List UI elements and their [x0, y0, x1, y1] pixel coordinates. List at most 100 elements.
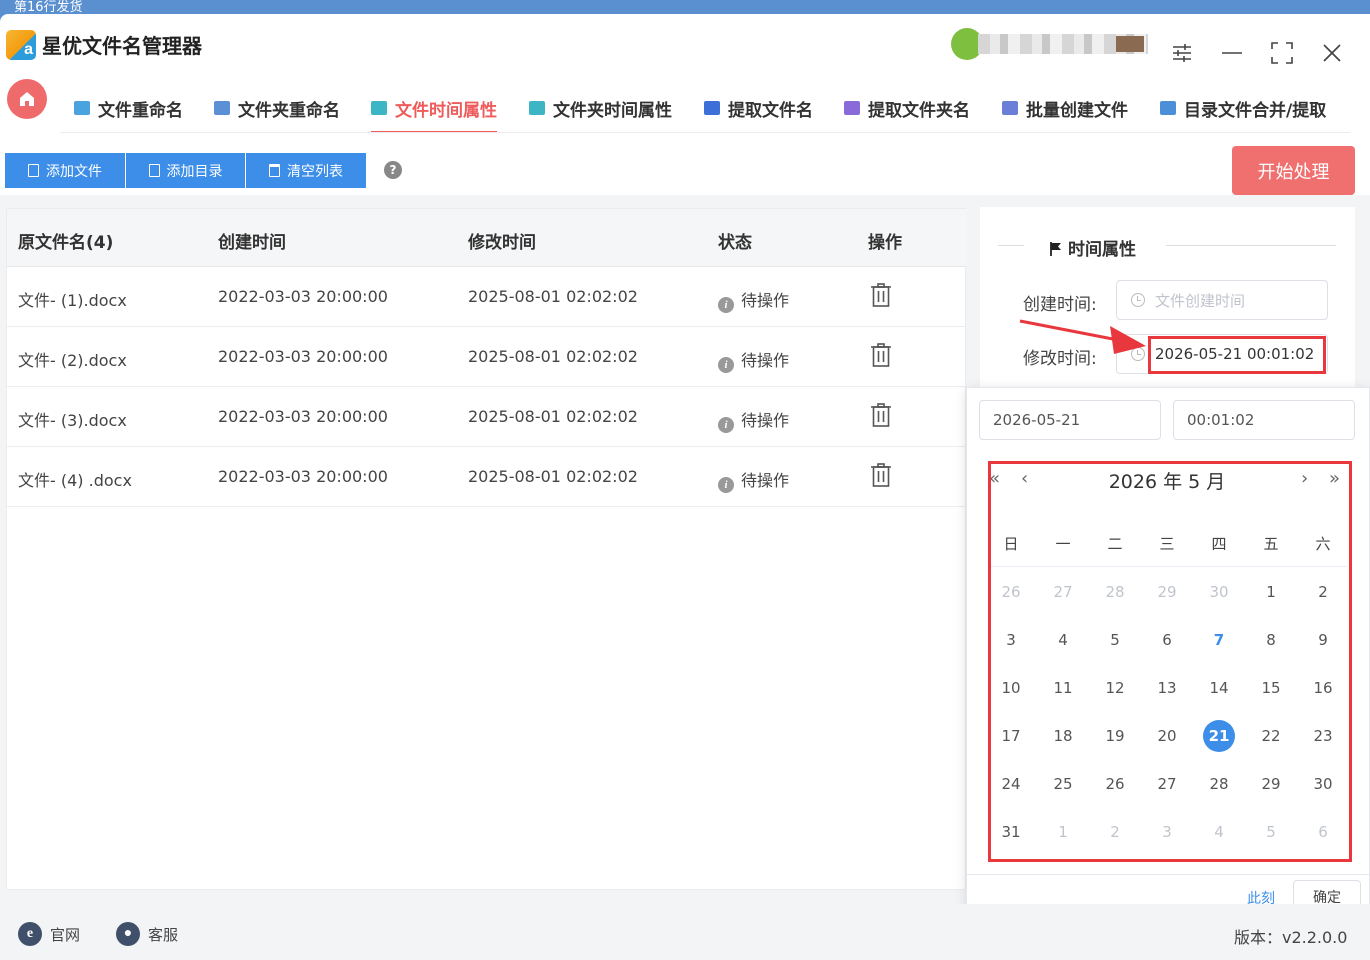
cell-modified: 2025-08-01 02:02:02: [468, 407, 638, 426]
file-rename-icon: [74, 101, 90, 115]
add-file-label: 添加文件: [46, 163, 102, 180]
cell-created: 2022-03-03 20:00:00: [218, 347, 388, 366]
modify-time-highlight: [1148, 336, 1326, 374]
home-button[interactable]: [7, 79, 47, 119]
extract-filename-icon: [704, 101, 720, 115]
cell-filename: 文件- (1).docx: [18, 291, 127, 310]
picker-footer-divider: [967, 874, 1369, 875]
panel-title-text: 时间属性: [1068, 240, 1136, 260]
delete-icon[interactable]: [870, 463, 892, 487]
tab-merge-extract[interactable]: 目录文件合并/提取: [1160, 84, 1326, 132]
cell-created: 2022-03-03 20:00:00: [218, 467, 388, 486]
tab-label: 文件夹重命名: [238, 100, 340, 121]
support-link[interactable]: ● 客服: [116, 922, 178, 946]
chat-bubble-icon: ●: [116, 922, 140, 946]
version-label: 版本：v2.2.0.0: [1234, 928, 1348, 947]
panel-header: 时间属性: [980, 235, 1355, 260]
picker-time-input[interactable]: 00:01:02: [1173, 400, 1355, 440]
cell-modified: 2025-08-01 02:02:02: [468, 467, 638, 486]
delete-icon[interactable]: [870, 343, 892, 367]
info-icon: i: [718, 357, 734, 373]
cell-filename: 文件- (4) .docx: [18, 471, 132, 490]
tab-divider: [60, 132, 1350, 133]
col-header-modified[interactable]: 修改时间: [468, 228, 536, 253]
table-row[interactable]: 文件- (3).docx 2022-03-03 20:00:00 2025-08…: [7, 387, 965, 447]
tab-folder-rename[interactable]: 文件夹重命名: [214, 84, 340, 132]
create-time-label: 创建时间:: [1023, 295, 1097, 315]
info-icon: i: [718, 297, 734, 313]
maximize-icon[interactable]: [1269, 40, 1295, 66]
cell-status: i 待操作: [718, 407, 789, 433]
create-time-input[interactable]: 文件创建时间: [1116, 280, 1328, 320]
user-name-blurred: [978, 34, 1148, 54]
website-label: 官网: [50, 925, 81, 944]
desktop-caption: 第16行发货: [14, 0, 83, 15]
home-icon: [20, 92, 34, 106]
tab-label: 文件时间属性: [395, 100, 497, 121]
tab-folder-time-attributes[interactable]: 文件夹时间属性: [529, 84, 672, 132]
table-header: 原文件名(4) 创建时间 修改时间 状态 操作: [7, 209, 967, 267]
cell-modified: 2025-08-01 02:02:02: [468, 347, 638, 366]
header-line-right: [1166, 245, 1336, 246]
picker-date-input[interactable]: 2026-05-21: [979, 400, 1161, 440]
status-bar: [0, 904, 1370, 960]
merge-extract-icon: [1160, 101, 1176, 115]
folder-time-icon: [529, 101, 545, 115]
tab-file-rename[interactable]: 文件重命名: [74, 84, 183, 132]
cell-modified: 2025-08-01 02:02:02: [468, 287, 638, 306]
extract-foldername-icon: [844, 101, 860, 115]
create-time-placeholder: 文件创建时间: [1155, 291, 1246, 310]
tab-extract-filename[interactable]: 提取文件名: [704, 84, 813, 132]
file-table: 原文件名(4) 创建时间 修改时间 状态 操作 文件- (1).docx 202…: [6, 208, 967, 890]
add-directory-label: 添加目录: [166, 163, 223, 180]
help-icon[interactable]: ?: [384, 161, 402, 179]
delete-icon[interactable]: [870, 403, 892, 427]
add-directory-button[interactable]: 添加目录: [126, 153, 245, 188]
start-processing-button[interactable]: 开始处理: [1232, 146, 1355, 195]
col-header-action: 操作: [868, 233, 902, 253]
settings-sliders-icon[interactable]: [1169, 40, 1195, 66]
tab-label: 提取文件名: [728, 100, 813, 121]
tab-label: 文件夹时间属性: [553, 100, 672, 121]
info-icon: i: [718, 417, 734, 433]
table-row[interactable]: 文件- (1).docx 2022-03-03 20:00:00 2025-08…: [7, 267, 965, 327]
website-link[interactable]: e 官网: [18, 922, 80, 946]
delete-icon[interactable]: [870, 283, 892, 307]
tab-label: 文件重命名: [98, 100, 183, 121]
tab-batch-create[interactable]: 批量创建文件: [1002, 84, 1128, 132]
add-file-button[interactable]: 添加文件: [5, 153, 125, 188]
cell-status: i 待操作: [718, 287, 789, 313]
col-header-created[interactable]: 创建时间: [218, 228, 286, 253]
tab-label: 批量创建文件: [1026, 100, 1128, 121]
file-icon: [28, 164, 39, 177]
clear-list-button[interactable]: 清空列表: [246, 153, 366, 188]
panel-title: 时间属性: [1050, 235, 1136, 260]
minimize-icon[interactable]: [1219, 40, 1245, 66]
clock-icon: [1131, 293, 1145, 307]
flag-icon: [1050, 242, 1061, 256]
tab-extract-foldername[interactable]: 提取文件夹名: [844, 84, 970, 132]
folder-rename-icon: [214, 101, 230, 115]
close-icon[interactable]: [1319, 40, 1345, 66]
cell-created: 2022-03-03 20:00:00: [218, 407, 388, 426]
annotation-arrow: [1019, 319, 1146, 354]
tab-label: 提取文件夹名: [868, 100, 970, 121]
app-logo: a: [6, 30, 36, 60]
cell-status: i 待操作: [718, 347, 789, 373]
table-row[interactable]: 文件- (4) .docx 2022-03-03 20:00:00 2025-0…: [7, 447, 965, 507]
tab-file-time-attributes[interactable]: 文件时间属性: [371, 84, 497, 133]
cell-status: i 待操作: [718, 467, 789, 493]
table-row[interactable]: 文件- (2).docx 2022-03-03 20:00:00 2025-08…: [7, 327, 965, 387]
trash-icon: [269, 164, 280, 177]
support-label: 客服: [148, 925, 179, 944]
col-header-filename[interactable]: 原文件名(4): [18, 228, 113, 253]
cell-filename: 文件- (2).docx: [18, 351, 127, 370]
calendar-highlight: [988, 461, 1352, 862]
clear-list-label: 清空列表: [287, 163, 343, 180]
file-icon: [148, 164, 160, 177]
col-header-status[interactable]: 状态: [718, 228, 752, 253]
app-title: 星优文件名管理器: [42, 34, 202, 58]
info-icon: i: [718, 477, 734, 493]
batch-create-icon: [1002, 101, 1018, 115]
ie-globe-icon: e: [18, 922, 42, 946]
